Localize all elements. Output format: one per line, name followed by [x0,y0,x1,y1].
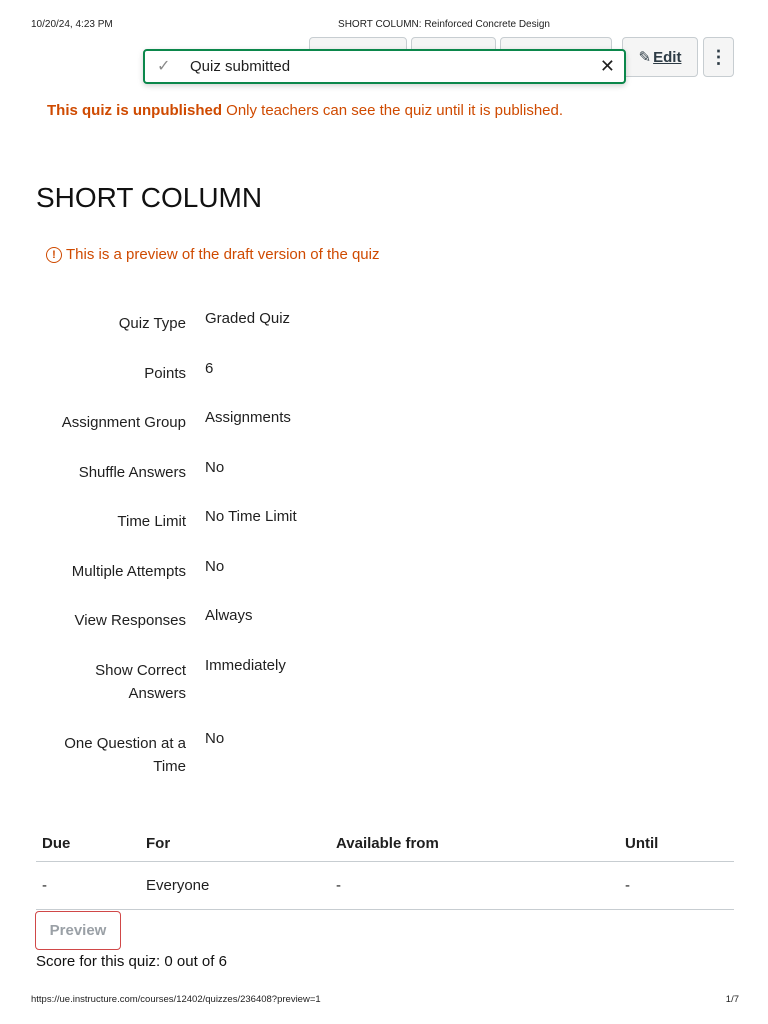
print-header: 10/20/24, 4:23 PM SHORT COLUMN: Reinforc… [0,19,768,33]
table-header: For [146,835,171,852]
detail-value: No [205,459,225,476]
pencil-icon: ✎ [638,49,652,66]
detail-label: Points [144,365,186,382]
detail-label: Multiple Attempts [71,563,186,580]
draft-preview-note: ! This is a preview of the draft version… [46,246,379,263]
more-options-button[interactable]: ⋮ [703,37,734,77]
detail-label: Assignment Group [61,414,186,431]
detail-value: Immediately [205,657,286,674]
table-cell: Everyone [146,877,210,894]
table-cell: - [625,877,630,894]
table-cell: - [42,877,47,894]
page-number: 1/7 [725,994,739,1005]
divider [36,861,734,862]
print-doc-title: SHORT COLUMN: Reinforced Concrete Design [338,19,550,30]
detail-label: Quiz Type [118,315,186,332]
detail-label: Time Limit [117,513,186,530]
detail-value: Assignments [205,409,291,426]
table-header: Until [625,835,659,852]
detail-value: No [205,558,225,575]
quiz-submitted-toast: ✓ Quiz submitted ✕ [143,49,626,84]
edit-button-label: Edit [653,48,682,66]
detail-label: Shuffle Answers [78,464,186,481]
detail-value: Graded Quiz [205,310,291,327]
kebab-icon: ⋮ [709,46,728,67]
divider [36,909,734,910]
detail-value: No [205,730,225,747]
table-header: Available from [336,835,439,852]
detail-label: View Responses [74,612,186,629]
score-text: Score for this quiz: 0 out of 6 [36,953,227,970]
print-url: https://ue.instructure.com/courses/12402… [31,994,321,1005]
unpublished-notice: This quiz is unpublished Only teachers c… [47,102,563,119]
check-icon: ✓ [157,58,171,75]
preview-button[interactable]: Preview [35,911,121,950]
unpublished-bold: This quiz is unpublished [47,102,222,119]
detail-value: Always [205,607,253,624]
detail-label: One Question at a Time [64,735,186,775]
toast-message: Quiz submitted [190,58,291,75]
close-icon[interactable]: ✕ [600,56,615,77]
table-cell: - [336,877,341,894]
detail-value: No Time Limit [205,508,297,525]
edit-button[interactable]: ✎ Edit [622,37,698,77]
draft-note-text: This is a preview of the draft version o… [66,246,380,263]
unpublished-text: Only teachers can see the quiz until it … [222,102,564,119]
detail-value: 6 [205,360,214,377]
page-title: SHORT COLUMN [36,182,263,213]
detail-label: Show Correct Answers [95,662,186,702]
table-header: Due [42,835,71,852]
warning-circle-icon: ! [46,246,62,263]
